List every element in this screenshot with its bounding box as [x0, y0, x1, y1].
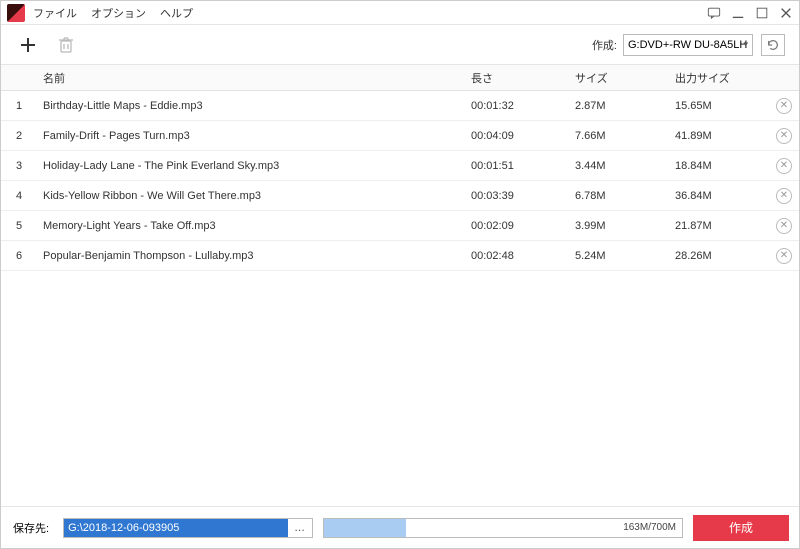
create-button[interactable]: 作成	[693, 515, 789, 541]
row-name: Memory-Light Years - Take Off.mp3	[37, 220, 465, 232]
row-output: 36.84M	[669, 190, 769, 202]
table-row[interactable]: 4Kids-Yellow Ribbon - We Will Get There.…	[1, 181, 799, 211]
app-window: ファイル オプション ヘルプ 作成: G:DVD+-RW DU-8A5LH	[0, 0, 800, 549]
row-remove-icon[interactable]: ✕	[776, 218, 792, 234]
maximize-icon[interactable]	[755, 6, 769, 20]
row-length: 00:01:51	[465, 160, 569, 172]
row-name: Kids-Yellow Ribbon - We Will Get There.m…	[37, 190, 465, 202]
col-output[interactable]: 出力サイズ	[669, 70, 769, 86]
add-button[interactable]	[15, 32, 41, 58]
file-table: 名前 長さ サイズ 出力サイズ 1Birthday-Little Maps - …	[1, 65, 799, 506]
table-header: 名前 長さ サイズ 出力サイズ	[1, 65, 799, 91]
row-length: 00:02:48	[465, 250, 569, 262]
drive-select[interactable]: G:DVD+-RW DU-8A5LH	[623, 34, 753, 56]
create-to-label: 作成:	[592, 37, 617, 53]
browse-button[interactable]: …	[288, 522, 312, 534]
row-size: 6.78M	[569, 190, 669, 202]
save-to-label: 保存先:	[11, 520, 53, 536]
row-remove-icon[interactable]: ✕	[776, 158, 792, 174]
row-remove-icon[interactable]: ✕	[776, 128, 792, 144]
row-length: 00:04:09	[465, 130, 569, 142]
row-name: Birthday-Little Maps - Eddie.mp3	[37, 100, 465, 112]
row-size: 3.99M	[569, 220, 669, 232]
close-icon[interactable]	[779, 6, 793, 20]
drive-select-value: G:DVD+-RW DU-8A5LH	[628, 39, 747, 51]
row-name: Popular-Benjamin Thompson - Lullaby.mp3	[37, 250, 465, 262]
row-index: 3	[1, 160, 37, 172]
row-size: 5.24M	[569, 250, 669, 262]
table-row[interactable]: 5Memory-Light Years - Take Off.mp300:02:…	[1, 211, 799, 241]
table-body: 1Birthday-Little Maps - Eddie.mp300:01:3…	[1, 91, 799, 506]
menu-options[interactable]: オプション	[91, 5, 146, 21]
row-output: 15.65M	[669, 100, 769, 112]
menu-help[interactable]: ヘルプ	[160, 5, 193, 21]
title-bar: ファイル オプション ヘルプ	[1, 1, 799, 25]
table-row[interactable]: 2Family-Drift - Pages Turn.mp300:04:097.…	[1, 121, 799, 151]
col-size[interactable]: サイズ	[569, 70, 669, 86]
feedback-icon[interactable]	[707, 6, 721, 20]
save-path-field[interactable]: G:\2018-12-06-093905 …	[63, 518, 313, 538]
row-size: 2.87M	[569, 100, 669, 112]
capacity-text: 163M/700M	[617, 522, 682, 533]
row-size: 7.66M	[569, 130, 669, 142]
main-menu: ファイル オプション ヘルプ	[33, 5, 193, 21]
row-remove-icon[interactable]: ✕	[776, 248, 792, 264]
row-remove-icon[interactable]: ✕	[776, 188, 792, 204]
table-row[interactable]: 6Popular-Benjamin Thompson - Lullaby.mp3…	[1, 241, 799, 271]
app-logo-icon	[7, 4, 25, 22]
menu-file[interactable]: ファイル	[33, 5, 77, 21]
row-remove-icon[interactable]: ✕	[776, 98, 792, 114]
row-length: 00:01:32	[465, 100, 569, 112]
window-controls	[707, 6, 793, 20]
row-index: 5	[1, 220, 37, 232]
capacity-bar: 163M/700M	[323, 518, 683, 538]
row-name: Holiday-Lady Lane - The Pink Everland Sk…	[37, 160, 465, 172]
table-row[interactable]: 1Birthday-Little Maps - Eddie.mp300:01:3…	[1, 91, 799, 121]
row-size: 3.44M	[569, 160, 669, 172]
footer-bar: 保存先: G:\2018-12-06-093905 … 163M/700M 作成	[1, 506, 799, 548]
table-row[interactable]: 3Holiday-Lady Lane - The Pink Everland S…	[1, 151, 799, 181]
toolbar: 作成: G:DVD+-RW DU-8A5LH	[1, 25, 799, 65]
capacity-bar-fill	[324, 519, 406, 537]
row-output: 41.89M	[669, 130, 769, 142]
row-index: 1	[1, 100, 37, 112]
refresh-button[interactable]	[761, 34, 785, 56]
row-index: 4	[1, 190, 37, 202]
delete-button[interactable]	[53, 32, 79, 58]
row-output: 21.87M	[669, 220, 769, 232]
col-name[interactable]: 名前	[37, 70, 465, 86]
save-path-value: G:\2018-12-06-093905	[64, 519, 288, 537]
row-output: 28.26M	[669, 250, 769, 262]
minimize-icon[interactable]	[731, 6, 745, 20]
col-length[interactable]: 長さ	[465, 70, 569, 86]
row-length: 00:02:09	[465, 220, 569, 232]
row-index: 6	[1, 250, 37, 262]
row-length: 00:03:39	[465, 190, 569, 202]
row-output: 18.84M	[669, 160, 769, 172]
row-name: Family-Drift - Pages Turn.mp3	[37, 130, 465, 142]
row-index: 2	[1, 130, 37, 142]
